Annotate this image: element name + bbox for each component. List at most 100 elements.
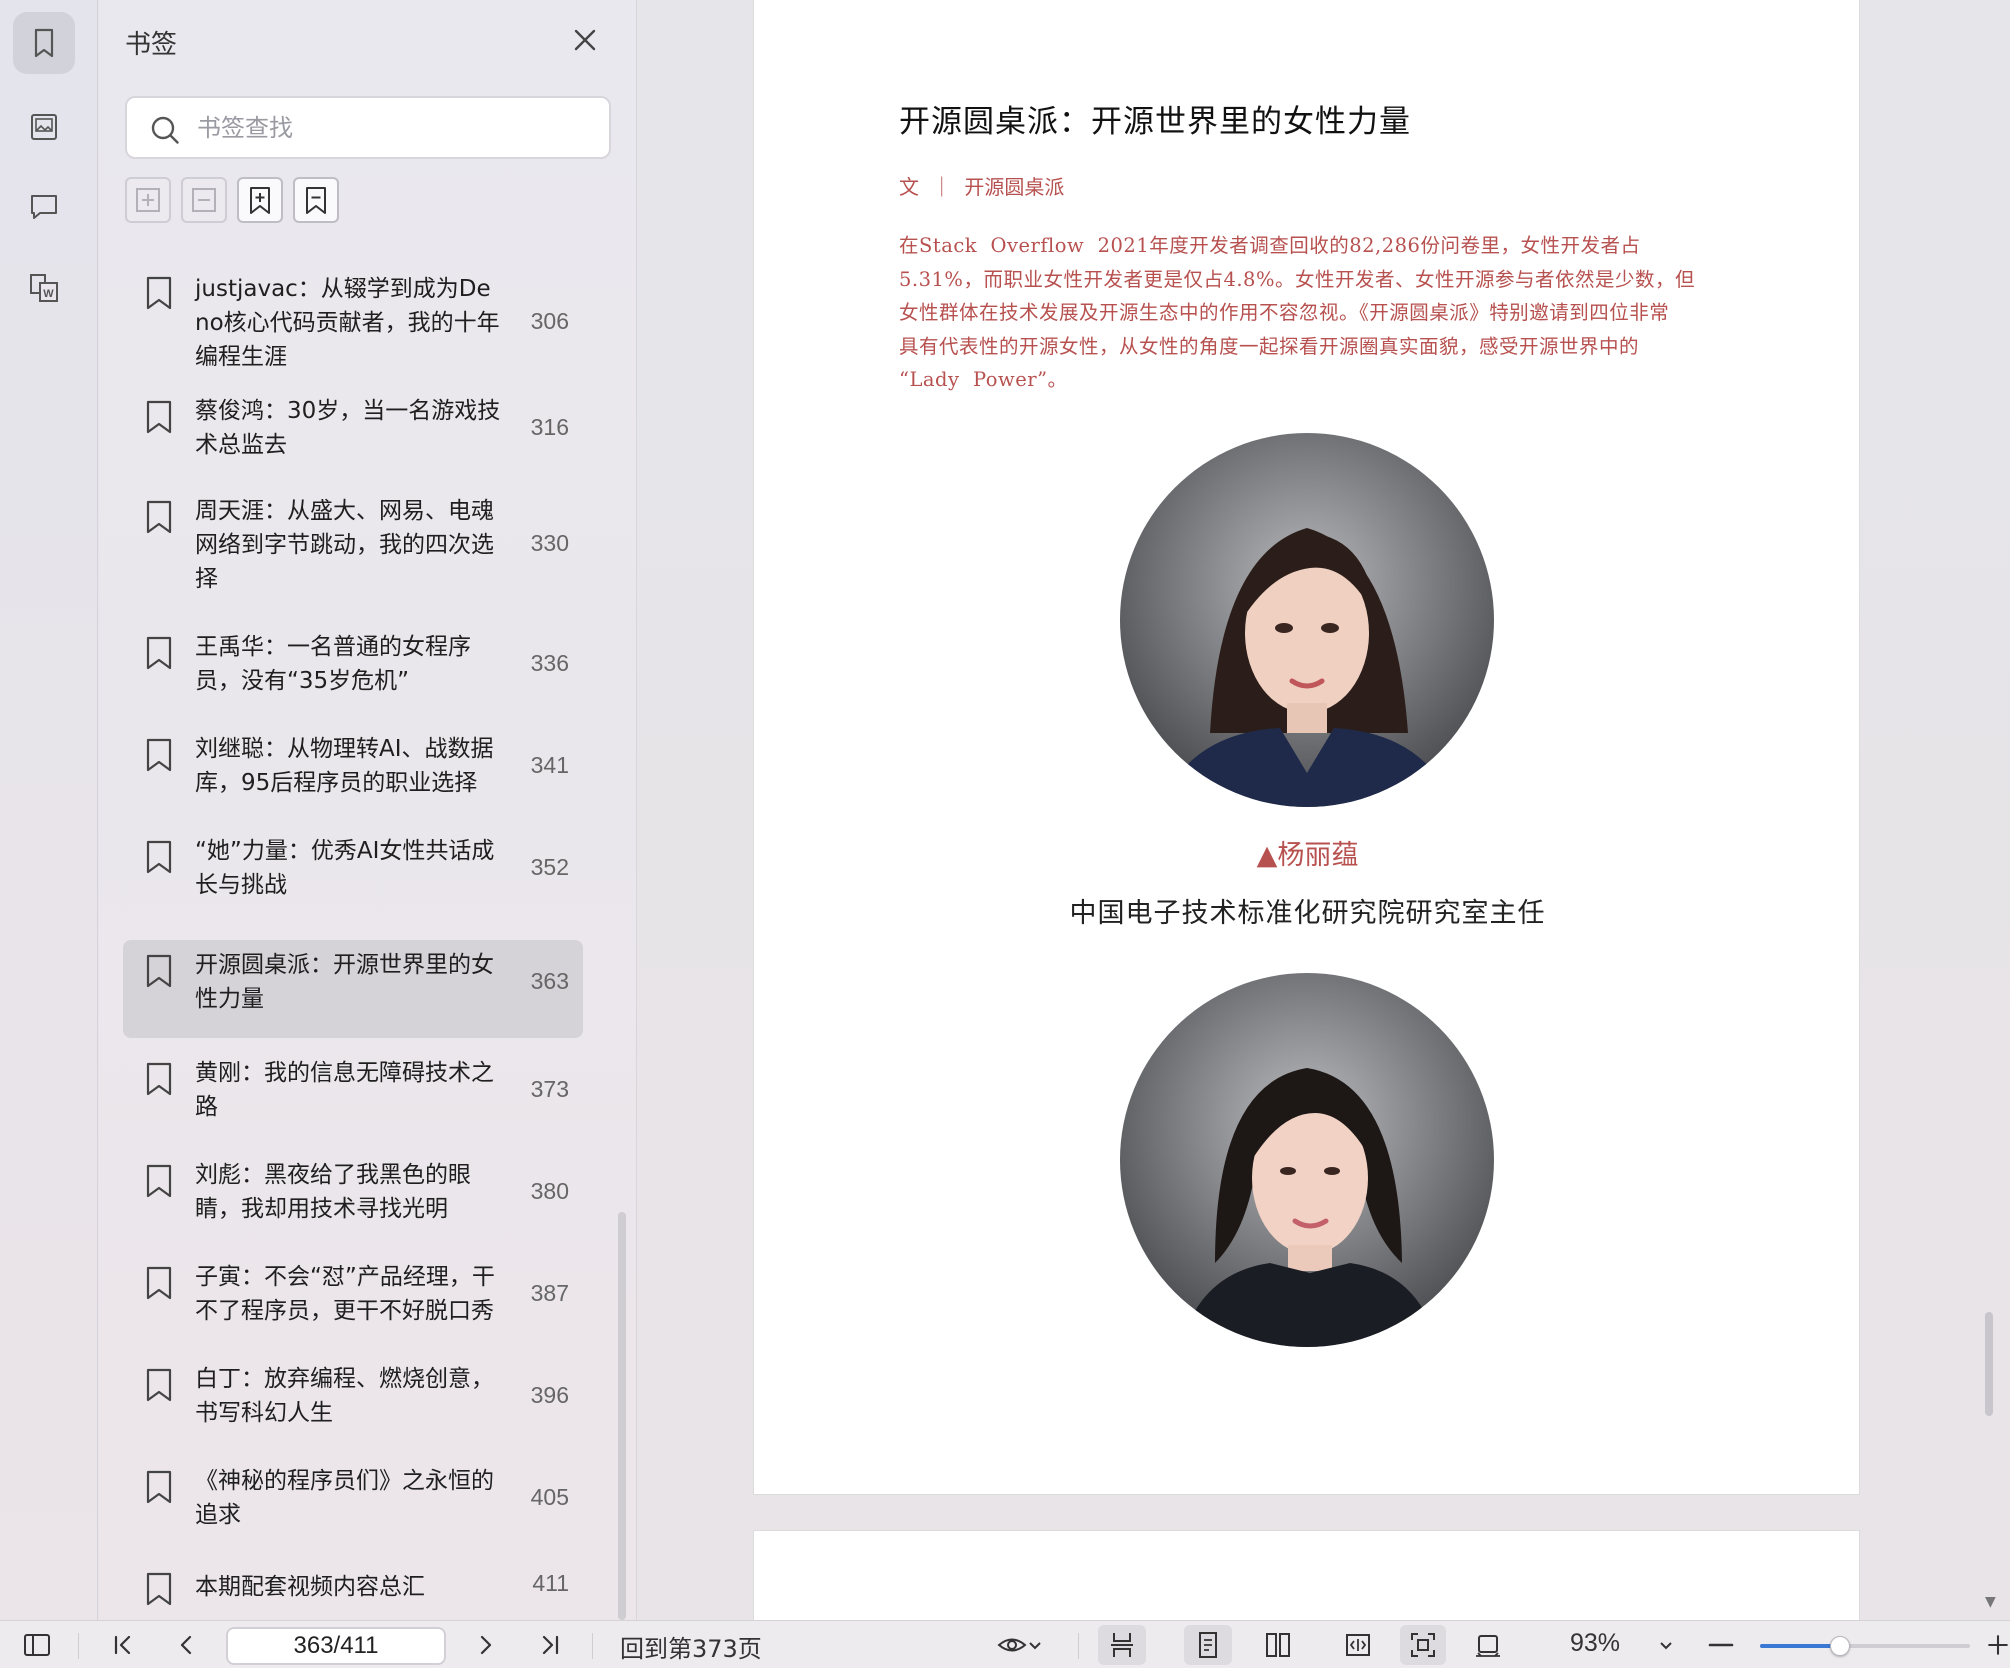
expand-all-button[interactable] bbox=[125, 177, 171, 223]
bookmark-item[interactable]: 刘彪：黑夜给了我黑色的眼睛，我却用技术寻找光明 380 bbox=[123, 1158, 583, 1240]
bookmark-icon bbox=[146, 1164, 172, 1198]
bookmark-title: 黄刚：我的信息无障碍技术之路 bbox=[195, 1060, 494, 1120]
intro-line: 在Stack Overflow 2021年度开发者调查回收的82,286份问卷里… bbox=[899, 234, 1641, 257]
divider bbox=[592, 1633, 593, 1659]
remove-bookmark-button[interactable] bbox=[293, 177, 339, 223]
zoom-out-button[interactable] bbox=[1704, 1625, 1738, 1665]
chevron-right-icon bbox=[480, 1635, 492, 1655]
bookmark-page: 316 bbox=[530, 414, 569, 440]
intro-line: “Lady Power”。 bbox=[899, 368, 1068, 391]
bookmark-item[interactable]: 白丁：放弃编程、燃烧创意，书写科幻人生 396 bbox=[123, 1362, 583, 1444]
bookmark-title: 本期配套视频内容总汇 bbox=[195, 1574, 425, 1600]
plus-icon bbox=[1988, 1635, 2008, 1655]
bookmark-title: 刘继聪：从物理转AI、战数据库，95后程序员的职业选择 bbox=[195, 736, 494, 796]
add-bookmark-button[interactable] bbox=[237, 177, 283, 223]
bookmark-item[interactable]: justjavac：从辍学到成为Deno核心代码贡献者，我的十年编程生涯 306 bbox=[123, 258, 583, 376]
bookmark-page: 330 bbox=[530, 530, 569, 556]
bookmark-page: 336 bbox=[530, 650, 569, 676]
bookmark-title: 开源圆桌派：开源世界里的女性力量 bbox=[195, 952, 494, 1012]
view-mode-dropdown[interactable] bbox=[990, 1625, 1050, 1665]
zoom-level[interactable]: 93% bbox=[1570, 1629, 1620, 1658]
continuous-scroll-icon bbox=[1111, 1633, 1133, 1657]
bookmark-icon bbox=[146, 636, 172, 670]
panel-scrollbar[interactable] bbox=[618, 1212, 626, 1620]
bookmark-title: 白丁：放弃编程、燃烧创意，书写科幻人生 bbox=[195, 1366, 494, 1426]
bookmarks-tab[interactable] bbox=[13, 12, 75, 74]
convert-tab[interactable]: W bbox=[13, 257, 75, 319]
document-viewer: 开源圆桌派：开源世界里的女性力量 文 ｜ 开源圆桌派 在Stack Overfl… bbox=[637, 0, 2010, 1650]
bookmark-item[interactable]: 王禹华：一名普通的女程序员，没有“35岁危机” 336 bbox=[123, 630, 583, 712]
minus-icon bbox=[1708, 1643, 1734, 1647]
bookmark-item[interactable]: 蔡俊鸿：30岁，当一名游戏技术总监去 316 bbox=[123, 394, 583, 476]
bookmark-item[interactable]: 周天涯：从盛大、网易、电魂网络到字节跳动，我的四次选择 330 bbox=[123, 494, 583, 606]
document-page: 开源圆桌派：开源世界里的女性力量 文 ｜ 开源圆桌派 在Stack Overfl… bbox=[753, 0, 1860, 1495]
portrait-photo bbox=[1120, 433, 1494, 807]
bookmark-item[interactable]: 子寅：不会“怼”产品经理，干不了程序员，更干不好脱口秀 387 bbox=[123, 1260, 583, 1342]
search-icon bbox=[151, 116, 179, 144]
divider bbox=[1078, 1633, 1079, 1659]
back-to-page-link[interactable]: 回到第373页 bbox=[620, 1629, 762, 1664]
next-page-button[interactable] bbox=[468, 1625, 504, 1665]
svg-text:W: W bbox=[43, 288, 54, 300]
scroll-down-arrow-icon[interactable]: ▼ bbox=[1985, 1594, 1996, 1610]
previous-page-button[interactable] bbox=[168, 1625, 204, 1665]
first-page-button[interactable] bbox=[105, 1625, 141, 1665]
fit-width-button[interactable] bbox=[1338, 1625, 1378, 1665]
single-page-button[interactable] bbox=[1184, 1625, 1232, 1665]
bookmark-page: 396 bbox=[530, 1382, 569, 1408]
bookmark-page: 306 bbox=[530, 308, 569, 334]
bookmark-item[interactable]: “她”力量：优秀AI女性共话成长与挑战 352 bbox=[123, 834, 583, 916]
zoom-dropdown[interactable] bbox=[1654, 1625, 1678, 1665]
fit-width-icon bbox=[1346, 1634, 1370, 1656]
article-intro: 在Stack Overflow 2021年度开发者调查回收的82,286份问卷里… bbox=[899, 229, 1719, 397]
remove-bookmark-icon bbox=[306, 187, 326, 214]
intro-line: 具有代表性的开源女性，从女性的角度一起探看开源圈真实面貌，感受开源世界中的 bbox=[899, 334, 1640, 358]
bookmark-icon bbox=[146, 840, 172, 874]
intro-line: 女性群体在技术发展及开源生态中的作用不容忽视。《开源圆桌派》特别邀请到四位非常 bbox=[899, 301, 1670, 324]
article-title: 开源圆桌派：开源世界里的女性力量 bbox=[899, 104, 1411, 140]
double-page-button[interactable] bbox=[1258, 1625, 1298, 1665]
thumbnails-tab[interactable] bbox=[13, 96, 75, 158]
comment-icon bbox=[31, 195, 57, 219]
last-page-button[interactable] bbox=[532, 1625, 568, 1665]
zoom-slider-handle[interactable] bbox=[1829, 1636, 1850, 1656]
bookmark-page: 387 bbox=[530, 1280, 569, 1306]
sidebar-toggle-icon bbox=[24, 1634, 50, 1656]
collapse-all-button[interactable] bbox=[181, 177, 227, 223]
document-scrollbar[interactable] bbox=[1985, 1312, 1993, 1416]
zoom-in-button[interactable] bbox=[1986, 1625, 2010, 1665]
comments-tab[interactable] bbox=[13, 176, 75, 238]
bookmark-page: 363 bbox=[530, 968, 569, 994]
chevron-down-icon bbox=[1660, 1642, 1672, 1650]
close-icon[interactable] bbox=[569, 24, 601, 56]
rotate-button[interactable] bbox=[1468, 1625, 1508, 1665]
bookmark-item[interactable]: 黄刚：我的信息无障碍技术之路 373 bbox=[123, 1056, 583, 1138]
bookmark-icon bbox=[146, 500, 172, 534]
bookmark-search[interactable] bbox=[125, 96, 611, 159]
rotate-icon bbox=[1476, 1635, 1500, 1657]
bookmarks-panel: 书签 justjavac：从辍学到成为Deno核心代码贡献者，我的十年编程生涯 … bbox=[99, 0, 637, 1620]
intro-line: 5.31%，而职业女性开发者更是仅占4.8%。女性开发者、女性开源参与者依然是少… bbox=[899, 267, 1695, 291]
first-page-icon bbox=[114, 1635, 131, 1655]
bookmark-title: 蔡俊鸿：30岁，当一名游戏技术总监去 bbox=[195, 398, 501, 458]
bookmark-page: 341 bbox=[530, 752, 569, 778]
bookmark-icon bbox=[146, 1470, 172, 1504]
bookmark-item[interactable]: 刘继聪：从物理转AI、战数据库，95后程序员的职业选择 341 bbox=[123, 732, 583, 814]
bookmark-item[interactable]: 本期配套视频内容总汇 411 bbox=[123, 1566, 583, 1616]
bookmark-page: 411 bbox=[532, 1570, 569, 1596]
search-input[interactable] bbox=[197, 108, 597, 148]
toggle-sidebar-button[interactable] bbox=[18, 1625, 56, 1665]
bookmark-title: 周天涯：从盛大、网易、电魂网络到字节跳动，我的四次选择 bbox=[195, 498, 494, 592]
article-byline: 文 ｜ 开源圆桌派 bbox=[899, 175, 1065, 199]
panel-title: 书签 bbox=[125, 30, 178, 60]
page-number-input[interactable]: 363/411 bbox=[226, 1627, 446, 1665]
zoom-slider[interactable] bbox=[1760, 1636, 1970, 1656]
fit-page-button[interactable] bbox=[1400, 1625, 1446, 1665]
continuous-scroll-button[interactable] bbox=[1098, 1625, 1146, 1665]
bookmark-item[interactable]: 《神秘的程序员们》之永恒的追求 405 bbox=[123, 1464, 583, 1546]
bookmark-icon bbox=[146, 1572, 172, 1606]
bookmark-title: 子寅：不会“怼”产品经理，干不了程序员，更干不好脱口秀 bbox=[195, 1264, 495, 1324]
expand-all-icon bbox=[136, 188, 160, 212]
bookmark-item-selected[interactable]: 开源圆桌派：开源世界里的女性力量 363 bbox=[123, 940, 583, 1038]
bookmark-icon bbox=[146, 1368, 172, 1402]
